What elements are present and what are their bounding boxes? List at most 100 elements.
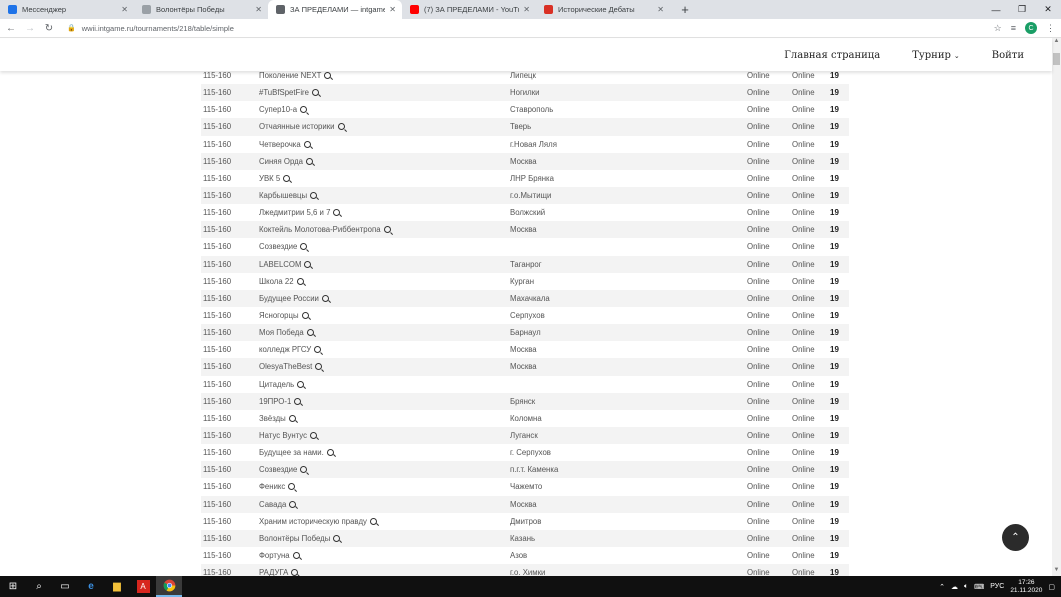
avatar[interactable]: C [1025,22,1037,34]
search-icon[interactable] [300,466,308,474]
search-icon[interactable] [324,72,332,80]
online-cell: Online [747,533,770,543]
city-cell [510,238,747,255]
search-icon[interactable] [314,346,322,354]
keyboard-icon[interactable]: ⌨ [974,583,984,591]
search-icon[interactable] [306,329,314,337]
table-row: 115-160 Карбышевцы г.о.Мытищи Online Online 1… [201,186,849,205]
search-icon[interactable] [315,363,323,371]
score-cell: 19 [830,293,839,303]
online-cell: Online [747,225,770,235]
search-icon[interactable] [310,432,318,440]
clock[interactable]: 17:26 21.11.2020 [1010,579,1042,595]
search-icon[interactable] [291,569,299,576]
search-icon[interactable] [289,500,297,508]
language-indicator[interactable]: РУС [990,583,1004,590]
scroll-thumb[interactable] [1053,53,1060,65]
online-cell: Online [747,465,770,475]
team-cell: OlesyaTheBest [259,358,510,375]
team-cell: Звёзды [259,410,510,427]
search-icon[interactable] [297,380,305,388]
back-icon[interactable]: ← [3,23,19,34]
file-explorer-icon[interactable]: ▆ [104,576,130,597]
search-icon[interactable] [383,226,391,234]
tray-overflow-icon[interactable]: ⌃ [939,583,945,591]
browser-tab[interactable]: Исторические Дебаты ✕ [536,0,670,19]
search-icon[interactable] [283,174,291,182]
search-icon[interactable] [333,209,341,217]
tab-title: ЗА ПРЕДЕЛАМИ — intgame [290,5,386,14]
volume-icon[interactable]: 🔈︎ [964,583,968,591]
search-icon[interactable] [333,534,341,542]
search-icon[interactable] [321,294,329,302]
nav-tournament-dropdown[interactable]: Турнир ⌄ [912,50,960,61]
search-icon[interactable] [300,106,308,114]
search-icon[interactable] [301,312,309,320]
nav-login-link[interactable]: Войти [992,50,1024,61]
nav-home-link[interactable]: Главная страница [784,50,880,61]
scroll-down-icon[interactable]: ▼ [1052,567,1061,576]
browser-tab[interactable]: ЗА ПРЕДЕЛАМИ — intgame ✕ [268,0,402,19]
bookmark-star-icon[interactable]: ☆ [994,23,1002,34]
search-icon[interactable] [369,517,377,525]
search-icon[interactable] [326,449,334,457]
score-cell: 19 [830,533,839,543]
place-cell: 115-160 [203,276,232,286]
acrobat-icon[interactable]: A [130,576,156,597]
reading-list-icon[interactable]: ≡ [1011,23,1016,33]
team-cell: Храним историческую правду [259,513,510,530]
edge-browser-icon[interactable]: e [78,576,104,597]
tab-close-icon[interactable]: ✕ [657,5,664,14]
tab-close-icon[interactable]: ✕ [523,5,530,14]
search-icon[interactable] [296,277,304,285]
page-scrollbar[interactable]: ▲ ▼ [1052,38,1061,576]
search-icon[interactable] [306,157,314,165]
browser-tab[interactable]: Мессенджер ✕ [0,0,134,19]
search-icon[interactable] [304,260,312,268]
search-icon[interactable] [311,89,319,97]
back-to-top-button[interactable]: ⌃ [1002,524,1029,551]
network-icon[interactable]: ☁ [951,583,958,591]
score-cell: 19 [830,105,839,115]
search-icon[interactable]: ⌕ [26,576,52,597]
online-cell: Online [792,242,815,252]
forward-icon[interactable]: → [22,23,38,34]
place-cell: 115-160 [203,191,232,201]
minimize-icon[interactable]: — [983,0,1009,19]
browser-tab[interactable]: (7) ЗА ПРЕДЕЛАМИ - YouTube ✕ [402,0,536,19]
notifications-icon[interactable]: ▢ [1048,583,1055,591]
search-icon[interactable] [337,123,345,131]
browser-menu-icon[interactable]: ⋮ [1046,23,1055,34]
scroll-up-icon[interactable]: ▲ [1052,38,1061,47]
close-window-icon[interactable]: ✕ [1035,0,1061,19]
search-icon[interactable] [300,243,308,251]
search-icon[interactable] [292,552,300,559]
team-name: Коктейль Молотова-Риббентропа [259,225,381,235]
place-cell: 115-160 [203,259,232,269]
team-cell: #TuBfSpetFire [259,84,510,101]
tab-close-icon[interactable]: ✕ [389,5,396,14]
search-icon[interactable] [294,397,302,405]
place-cell: 115-160 [203,396,232,406]
online-cell: Online [747,71,770,81]
city-cell: Луганск [510,431,538,441]
browser-tab[interactable]: Волонтёры Победы ✕ [134,0,268,19]
place-cell: 115-160 [203,225,232,235]
lock-icon[interactable]: 🔒 [67,24,76,32]
city-cell: п.г.т. Каменка [510,465,559,475]
tab-close-icon[interactable]: ✕ [121,5,128,14]
browser-tab-strip: Мессенджер ✕ Волонтёры Победы ✕ ЗА ПРЕДЕЛАМИ… [0,0,1061,19]
restore-icon[interactable]: ❐ [1009,0,1035,19]
reload-icon[interactable]: ↻ [41,23,57,34]
search-icon[interactable] [310,192,318,200]
task-view-icon[interactable]: ▭ [52,576,78,597]
search-icon[interactable] [288,483,296,491]
online-cell: Online [747,482,770,492]
windows-start-icon[interactable]: ⊞ [0,576,26,597]
address-bar[interactable]: 🔒 wwii.intgame.ru/tournaments/218/table/… [67,21,994,36]
search-icon[interactable] [303,140,311,148]
tab-close-icon[interactable]: ✕ [255,5,262,14]
chrome-icon[interactable] [156,576,182,597]
search-icon[interactable] [288,414,296,422]
new-tab-button[interactable]: + [676,0,694,19]
